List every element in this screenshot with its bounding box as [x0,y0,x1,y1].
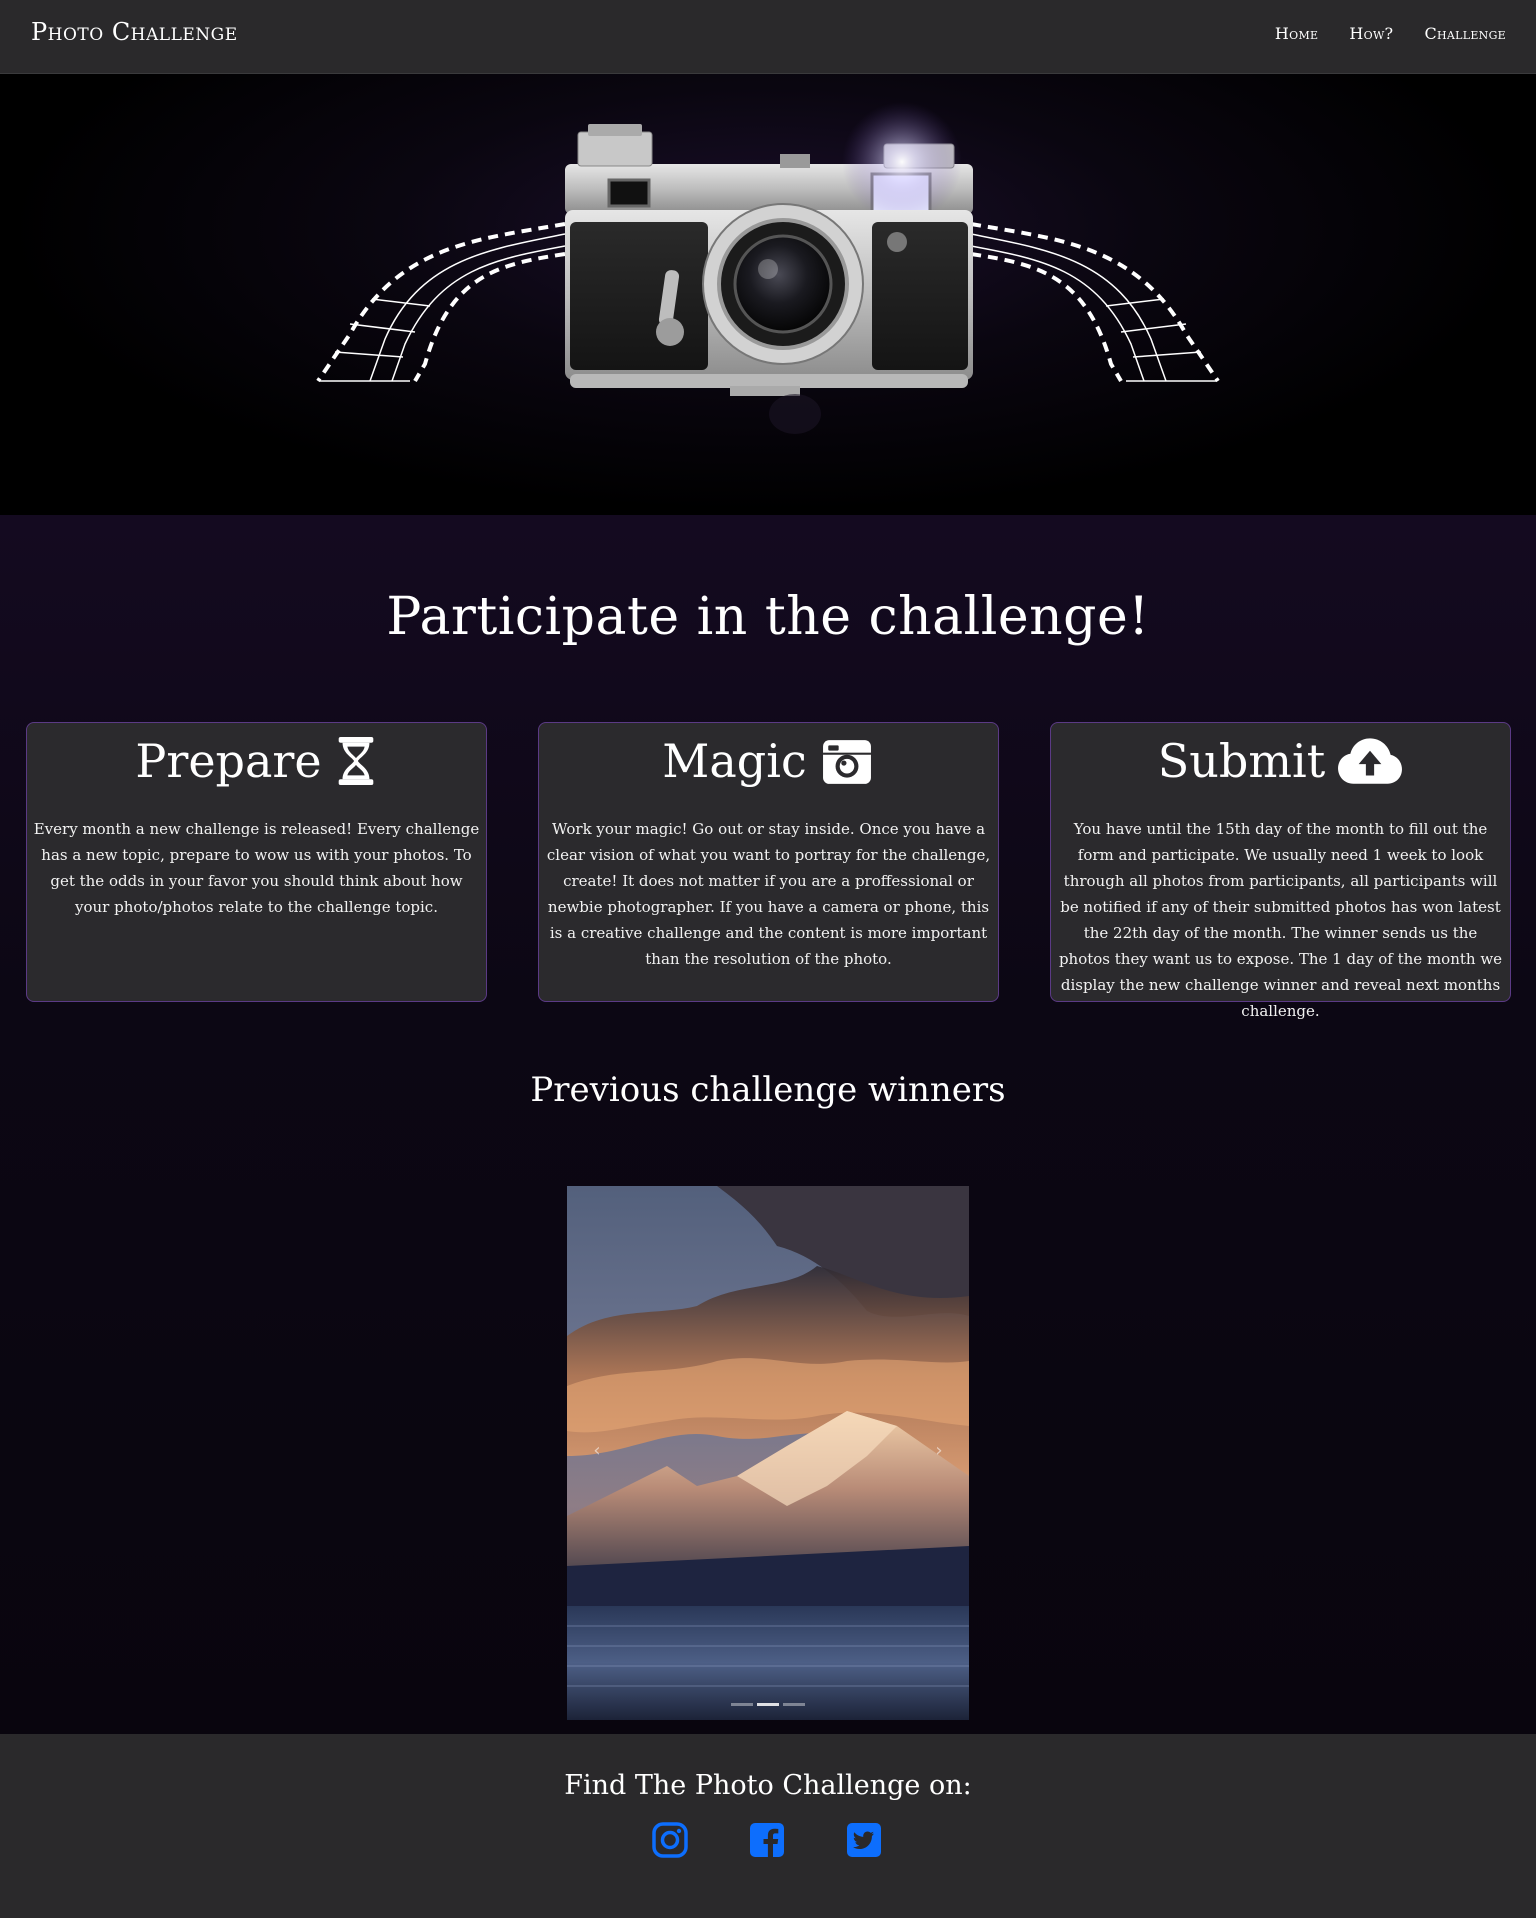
card-magic-text: Work your magic! Go out or stay inside. … [546,820,991,968]
navbar: Photo Challenge Home How? Challenge [0,0,1536,74]
card-prepare-heading: Prepare [31,731,482,791]
card-magic-heading: Magic [543,731,994,791]
card-magic-title: Magic [662,734,807,788]
nav-link-home[interactable]: Home [1275,24,1318,43]
card-submit-heading: Submit [1055,731,1506,791]
social-links [652,1822,882,1858]
card-submit-text: You have until the 15th day of the month… [1058,820,1503,1020]
card-submit: Submit You have until the 15th day of th… [1050,722,1511,1020]
cloud-upload-icon [1338,738,1403,784]
instagram-link[interactable] [652,1822,688,1858]
card-prepare: Prepare Every month a new challenge is r… [26,722,487,1002]
nav-links: Home How? Challenge [1275,24,1506,43]
nav-link-how[interactable]: How? [1349,24,1393,43]
footer-title: Find The Photo Challenge on: [564,1770,972,1801]
hourglass-icon [338,736,373,786]
twitter-link[interactable] [846,1822,882,1858]
carousel-indicator-active[interactable] [757,1703,779,1706]
card-prepare-text: Every month a new challenge is released!… [33,820,480,916]
winner-photo [567,1186,969,1720]
instagram-icon [652,1822,688,1858]
carousel-indicator[interactable] [783,1703,805,1706]
carousel-next-button[interactable]: › [924,1436,954,1466]
hero-camera-image [316,102,1220,434]
card-prepare-title: Prepare [135,734,322,788]
page-title: Participate in the challenge! [386,587,1150,647]
card-magic: Magic Work your magic! Go out or stay in… [538,722,999,1002]
brand-logo[interactable]: Photo Challenge [31,18,238,46]
carousel-indicator[interactable] [731,1703,753,1706]
nav-link-challenge[interactable]: Challenge [1424,24,1506,43]
camera-retro-icon [822,740,871,784]
twitter-icon [847,1823,881,1857]
carousel-indicators [567,1703,969,1706]
carousel-prev-button[interactable]: ‹ [582,1436,612,1466]
facebook-link[interactable] [749,1822,785,1858]
winners-title: Previous challenge winners [530,1070,1006,1110]
hero-banner [0,74,1536,515]
facebook-icon [750,1823,784,1857]
winners-carousel[interactable]: ‹ › [567,1186,969,1720]
main-content: Participate in the challenge! Prepare Ev… [0,515,1536,1734]
card-submit-title: Submit [1157,734,1326,788]
footer: Find The Photo Challenge on: [0,1734,1536,1918]
